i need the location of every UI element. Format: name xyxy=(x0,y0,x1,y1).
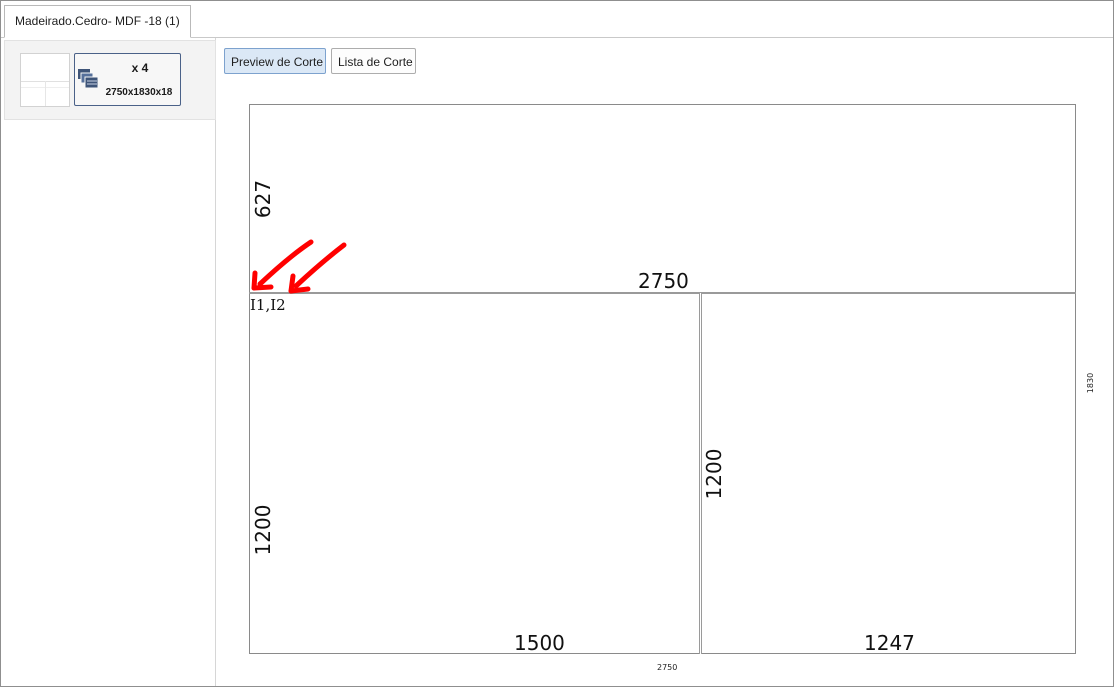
piece-bottom-right-width-label: 1247 xyxy=(864,631,915,655)
piece-top-width-label: 2750 xyxy=(638,269,689,293)
red-arrow-annotation-icon xyxy=(251,239,347,294)
sheet-list-panel: x 4 2750x1830x18 xyxy=(1,38,216,686)
tab-material-document[interactable]: Madeirado.Cedro- MDF -18 (1) xyxy=(4,5,191,38)
sheet-thumbnail[interactable] xyxy=(20,53,70,107)
lista-de-corte-button[interactable]: Lista de Corte xyxy=(331,48,416,74)
piece-bottom-left-height-label: 1200 xyxy=(251,504,275,556)
piece-bottom-left[interactable] xyxy=(249,293,700,654)
sheet-quantity-card[interactable]: x 4 2750x1830x18 xyxy=(74,53,181,106)
piece-top[interactable] xyxy=(249,104,1076,293)
cut-optimizer-window: Madeirado.Cedro- MDF -18 (1) x 4 2750x18… xyxy=(0,0,1114,687)
sheet-height-label: 1830 xyxy=(1086,372,1095,394)
sheet-dimensions: 2750x1830x18 xyxy=(105,87,173,98)
offcut-label: I1,I2 xyxy=(250,296,286,314)
preview-de-corte-button[interactable]: Preview de Corte xyxy=(224,48,326,74)
sheet-width-label: 2750 xyxy=(657,663,678,672)
sheet-list-item[interactable]: x 4 2750x1830x18 xyxy=(4,40,216,120)
piece-bottom-left-width-label: 1500 xyxy=(514,631,565,655)
piece-top-height-label: 627 xyxy=(251,179,275,219)
document-tab-strip: Madeirado.Cedro- MDF -18 (1) xyxy=(1,1,1113,38)
cut-plan-sheet xyxy=(249,104,1076,654)
piece-bottom-right[interactable] xyxy=(700,293,1076,654)
sheet-quantity: x 4 xyxy=(131,61,149,75)
piece-bottom-right-height-label: 1200 xyxy=(702,448,726,500)
thumbnail-cut-line xyxy=(45,81,46,106)
